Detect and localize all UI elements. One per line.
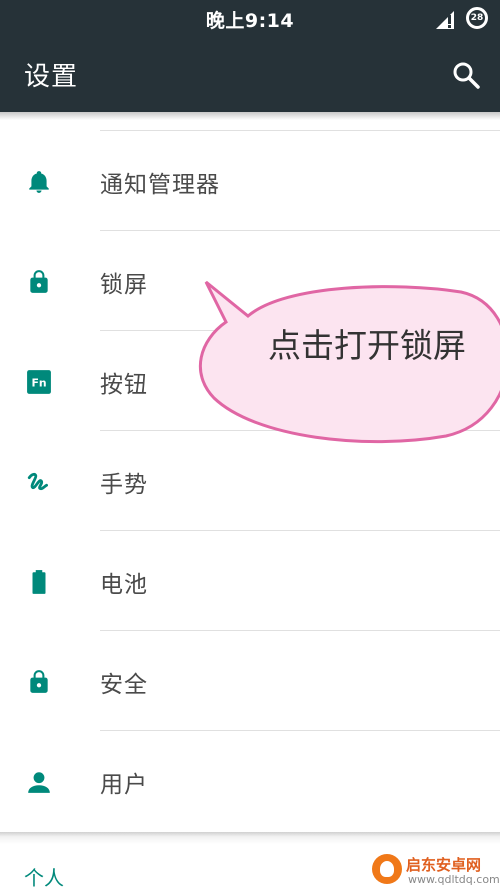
page-title: 设置 <box>24 62 79 92</box>
lock-icon <box>30 670 48 693</box>
watermark-title: 启东安卓网 <box>406 856 482 874</box>
battery-icon: 28 <box>466 7 488 29</box>
section-separator <box>0 832 500 844</box>
app-bar-shadow <box>0 112 500 120</box>
section-header: 个人 <box>24 866 64 890</box>
settings-item-users[interactable]: 用户 <box>0 731 500 831</box>
callout-text: 点击打开锁屏 <box>268 326 466 365</box>
settings-item-label: 安全 <box>100 672 148 698</box>
settings-item-label: 锁屏 <box>100 272 148 298</box>
gesture-icon <box>27 472 48 491</box>
lock-icon <box>30 270 48 293</box>
settings-item-battery[interactable]: 电池 <box>0 531 500 631</box>
watermark-logo-icon <box>372 854 402 884</box>
settings-item-label: 按钮 <box>100 372 148 398</box>
status-time: 晚上9:14 <box>205 10 295 32</box>
person-icon <box>28 772 50 793</box>
signal-icon <box>436 11 454 29</box>
settings-item-gestures[interactable]: 手势 <box>0 431 500 531</box>
settings-item-label: 电池 <box>100 572 148 598</box>
battery-icon <box>32 570 46 594</box>
fn-key-icon: Fn <box>27 370 51 394</box>
settings-item-security[interactable]: 安全 <box>0 631 500 731</box>
search-icon[interactable] <box>452 61 480 89</box>
app-bar: 设置 <box>0 36 500 112</box>
battery-level: 28 <box>469 10 485 26</box>
settings-item-notifications[interactable]: 通知管理器 <box>0 131 500 231</box>
watermark-url: www.qdltdq.com <box>408 873 500 886</box>
bell-icon <box>29 171 49 193</box>
settings-item-label: 通知管理器 <box>100 172 220 198</box>
watermark: 启东安卓网 www.qdltdq.com <box>372 854 500 889</box>
settings-item-label: 手势 <box>100 472 148 498</box>
svg-text:Fn: Fn <box>31 376 46 389</box>
settings-item-label: 用户 <box>100 772 148 798</box>
status-bar: 晚上9:14 28 <box>0 0 500 36</box>
